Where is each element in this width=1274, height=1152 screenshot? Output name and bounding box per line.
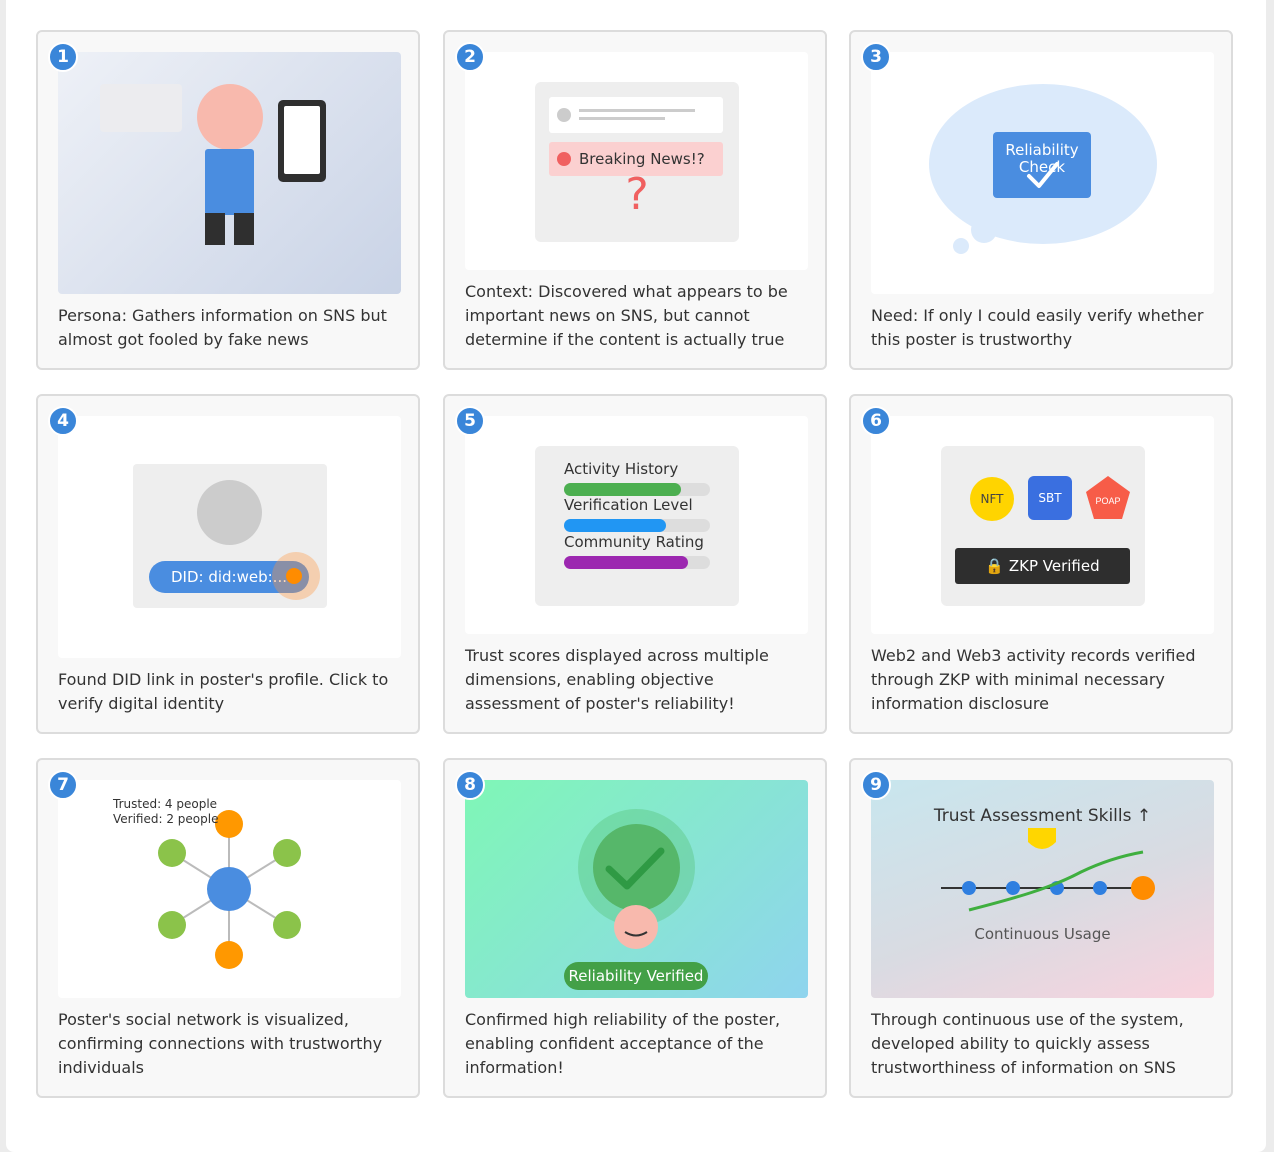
question-mark: ? <box>625 169 649 220</box>
trusted-node <box>273 911 301 939</box>
panel-caption: Poster's social network is visualized, c… <box>58 1010 383 1077</box>
panel-1: 1 Persona: Gathers information on SNS bu… <box>36 30 420 370</box>
score-label: Community Rating <box>564 533 704 551</box>
panel-5: 5 Activity History Verification Level Co… <box>443 394 827 734</box>
checkmark-icon <box>605 847 665 890</box>
avatar <box>197 480 262 545</box>
nft-token-icon: NFT <box>970 477 1014 521</box>
storyboard: 1 Persona: Gathers information on SNS bu… <box>6 0 1266 1152</box>
smartphone-icon <box>278 100 326 182</box>
credential-panel: NFT SBT POAP 🔒 ZKP Verified <box>941 446 1145 606</box>
social-network-illustration: Trusted: 4 people Verified: 2 people <box>58 780 401 998</box>
smile-icon <box>624 931 648 937</box>
verified-illustration: Reliability Verified <box>465 780 808 998</box>
usage-label: Continuous Usage <box>974 925 1111 943</box>
alert-dot-icon <box>557 152 571 166</box>
panel-caption: Trust scores displayed across multiple d… <box>465 646 769 713</box>
growth-graphic <box>941 828 1155 912</box>
panel-7: 7 Trusted: 4 people Verified: 2 people P… <box>36 758 420 1098</box>
avatar <box>557 108 571 122</box>
persona-illustration <box>58 52 401 294</box>
panel-6: 6 NFT SBT POAP 🔒 ZKP Verified Web2 and W… <box>849 394 1233 734</box>
score-track <box>564 483 710 496</box>
score-track <box>564 556 710 569</box>
timeline-dot <box>1006 881 1020 895</box>
score-panel: Activity History Verification Level Comm… <box>535 446 739 606</box>
network-graph <box>158 810 301 969</box>
score-label: Activity History <box>564 460 679 478</box>
panel-caption: Context: Discovered what appears to be i… <box>465 282 788 349</box>
sbt-token-icon: SBT <box>1028 476 1072 520</box>
speech-placeholder <box>100 84 182 132</box>
panel-caption: Need: If only I could easily verify whet… <box>871 306 1204 349</box>
panel-caption: Found DID link in poster's profile. Clic… <box>58 670 389 713</box>
timeline-endpoint <box>1131 876 1155 900</box>
poap-token-icon: POAP <box>1086 476 1130 519</box>
trusted-node <box>158 839 186 867</box>
trusted-count: Trusted: 4 people <box>113 797 218 811</box>
timeline-dot <box>1093 881 1107 895</box>
zkp-illustration: NFT SBT POAP 🔒 ZKP Verified <box>871 416 1214 634</box>
panel-caption: Through continuous use of the system, de… <box>871 1010 1184 1077</box>
news-feed-illustration: Breaking News!? ? <box>465 52 808 270</box>
person-head <box>197 84 263 150</box>
checkmark-icon <box>1027 162 1059 188</box>
step-number-badge: 8 <box>455 770 485 800</box>
panel-8: 8 Reliability Verified Confirmed high re… <box>443 758 827 1098</box>
verified-node <box>215 941 243 969</box>
profile-illustration: DID: did:web:... <box>58 416 401 658</box>
score-label: Verification Level <box>564 496 693 514</box>
svg-text:POAP: POAP <box>1095 496 1120 506</box>
lock-icon: 🔒 <box>985 557 1005 575</box>
step-number-badge: 9 <box>861 770 891 800</box>
shield-icon <box>1028 828 1056 849</box>
person-body <box>205 149 254 215</box>
person-leg-left <box>205 213 225 245</box>
panel-caption: Web2 and Web3 activity records verified … <box>871 646 1196 713</box>
reliability-check-card: Reliability Check <box>993 132 1091 198</box>
panel-3: 3 Reliability Check Need: If only I coul… <box>849 30 1233 370</box>
feed-card: Breaking News!? ? <box>535 82 739 242</box>
step-number-badge: 7 <box>48 770 78 800</box>
step-number-badge: 5 <box>455 406 485 436</box>
panel-caption: Persona: Gathers information on SNS but … <box>58 306 387 349</box>
zkp-verified-badge: 🔒 ZKP Verified <box>955 548 1130 584</box>
trusted-node <box>158 911 186 939</box>
trusted-node <box>273 839 301 867</box>
panel-4: 4 DID: did:web:... Found DID link in pos… <box>36 394 420 734</box>
person-leg-right <box>234 213 254 245</box>
feed-post <box>549 97 723 133</box>
step-number-badge: 1 <box>48 42 78 72</box>
step-number-badge: 4 <box>48 406 78 436</box>
growth-curve <box>968 850 1144 912</box>
timeline-dot <box>962 881 976 895</box>
step-number-badge: 6 <box>861 406 891 436</box>
score-bar-community <box>564 556 689 569</box>
reliability-verified-badge: Reliability Verified <box>564 962 708 990</box>
skill-growth-illustration: Trust Assessment Skills ↑ Continuous Usa… <box>871 780 1214 998</box>
score-bar-verification <box>564 519 667 532</box>
thought-bubble-illustration: Reliability Check <box>871 52 1214 294</box>
verified-count: Verified: 2 people <box>113 812 219 826</box>
step-number-badge: 3 <box>861 42 891 72</box>
poster-node <box>207 867 251 911</box>
panel-9: 9 Trust Assessment Skills ↑ Continuous U… <box>849 758 1233 1098</box>
trust-score-illustration: Activity History Verification Level Comm… <box>465 416 808 634</box>
panel-2: 2 Breaking News!? ? Context: Discovered … <box>443 30 827 370</box>
score-bar-activity <box>564 483 681 496</box>
score-track <box>564 519 710 532</box>
panel-caption: Confirmed high reliability of the poster… <box>465 1010 781 1077</box>
step-number-badge: 2 <box>455 42 485 72</box>
profile-card: DID: did:web:... <box>133 464 327 608</box>
verified-node <box>215 810 243 838</box>
